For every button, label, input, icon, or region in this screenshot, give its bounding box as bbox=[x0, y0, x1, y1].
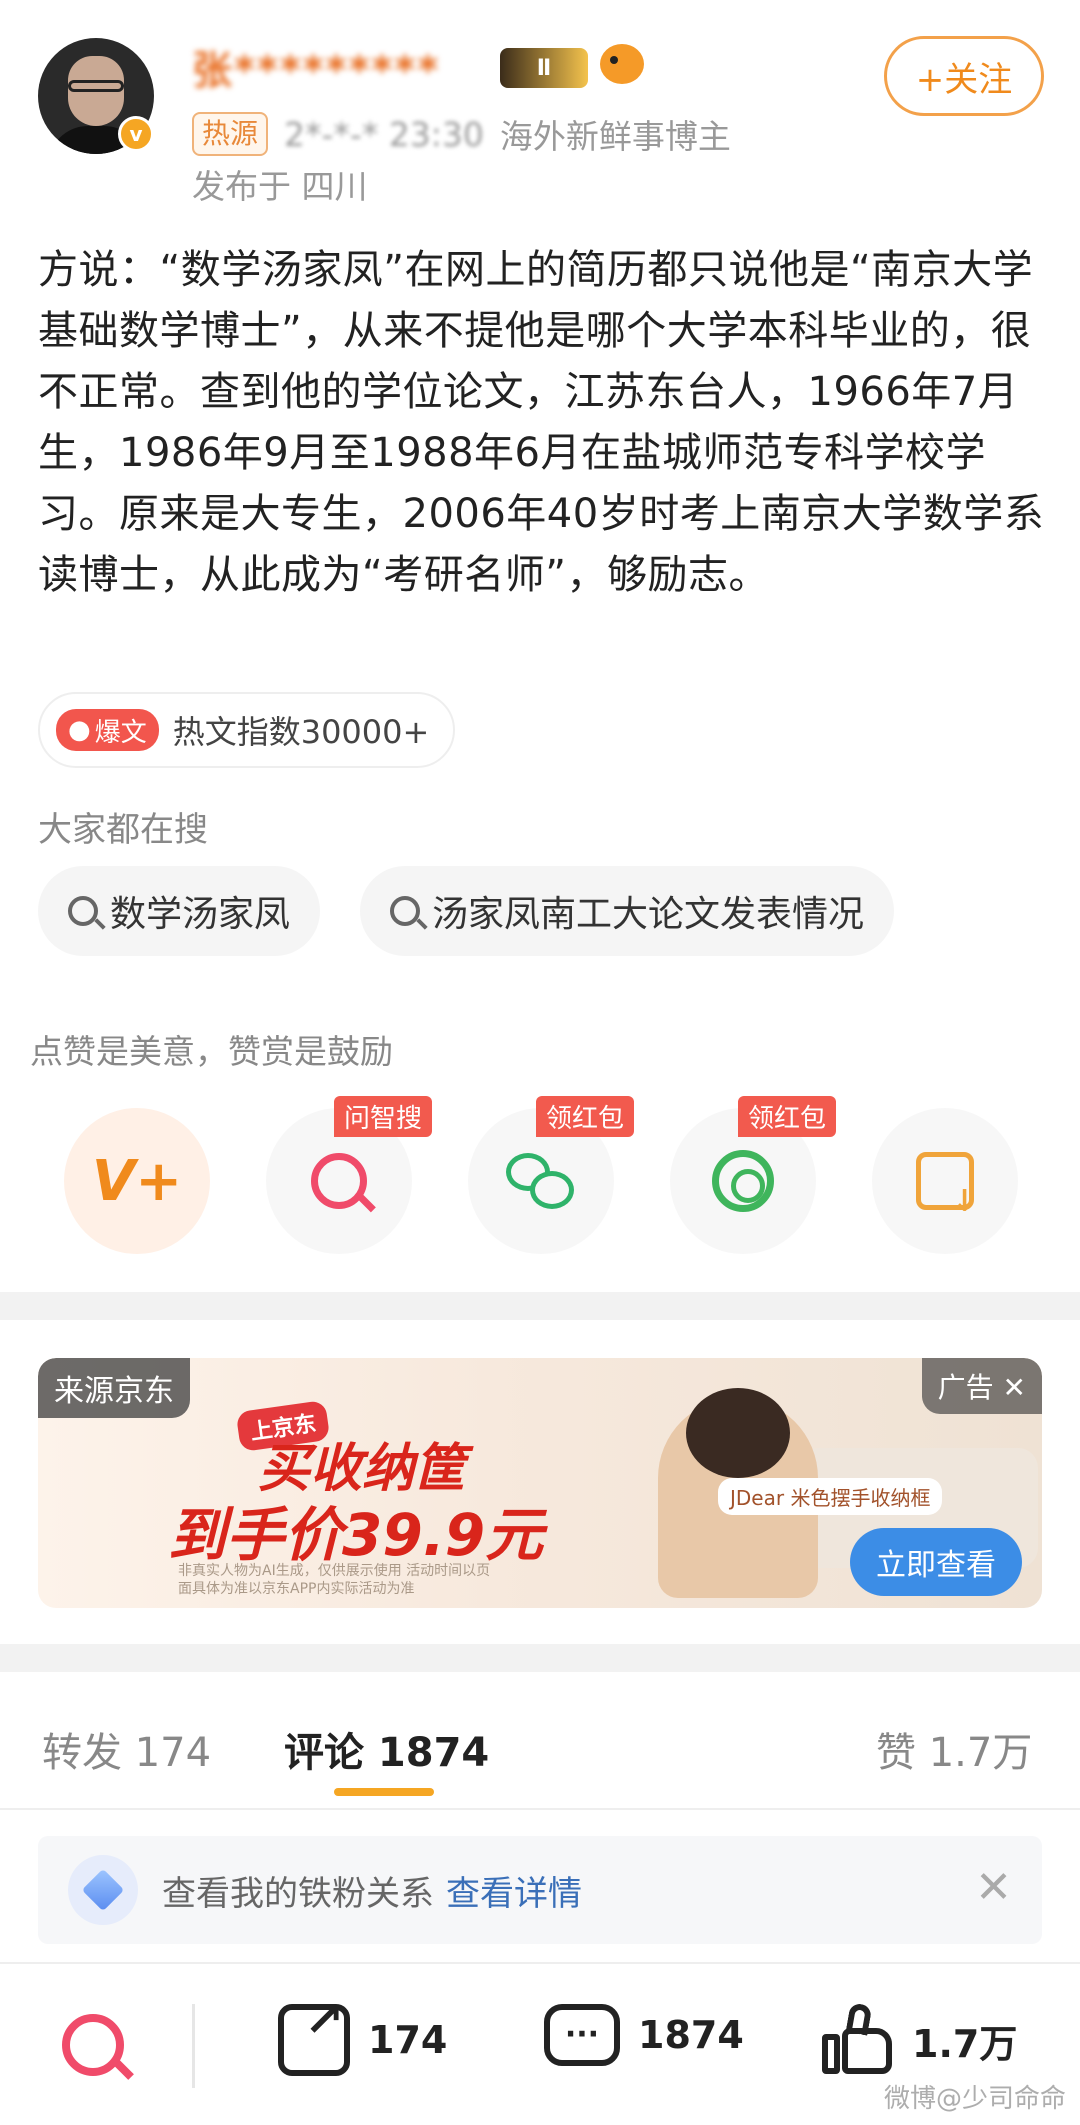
post-header: v 张********* Ⅱ +关注 热源 2*-*-* 23:30 海外新鲜事… bbox=[0, 0, 1080, 220]
search-icon bbox=[68, 896, 98, 926]
ribbon-label: 领红包 bbox=[536, 1096, 635, 1137]
post-location: 发布于 四川 bbox=[192, 167, 368, 206]
v-plus-icon: V+ bbox=[91, 1148, 183, 1214]
flame-icon: ● bbox=[68, 715, 91, 745]
watermark: 微博@少司命命 bbox=[883, 2084, 1066, 2114]
follow-button[interactable]: +关注 bbox=[884, 36, 1044, 116]
image-download-icon bbox=[916, 1152, 977, 1219]
moments-share-button[interactable]: 领红包 bbox=[670, 1096, 837, 1254]
ad-small-print: 非真实人物为AI生成，仅供展示使用 活动时间以页面具体为准以京东APP内实际活动… bbox=[178, 1563, 491, 1597]
user-title: 海外新鲜事博主 bbox=[499, 117, 731, 156]
boom-label: 爆文 bbox=[94, 717, 147, 748]
moments-icon bbox=[712, 1150, 774, 1212]
fan-relation-bar[interactable]: 查看我的铁粉关系 查看详情 ✕ bbox=[38, 1836, 1042, 1944]
wechat-icon bbox=[506, 1153, 576, 1209]
fan-relation-text: 查看我的铁粉关系 bbox=[162, 1873, 434, 1914]
close-icon[interactable]: ✕ bbox=[975, 1866, 1012, 1910]
hot-source-tag[interactable]: 热源 bbox=[192, 112, 269, 156]
ai-search-icon[interactable] bbox=[62, 2014, 124, 2076]
avatar-glasses bbox=[68, 80, 124, 92]
tab-comments[interactable]: 评论 1874 bbox=[284, 1720, 489, 1778]
repost-button[interactable]: 174 bbox=[278, 1992, 448, 2076]
ad-cta-button[interactable]: 立即查看 bbox=[850, 1528, 1022, 1596]
repost-count: 174 bbox=[368, 2018, 448, 2062]
comment-icon: ··· bbox=[544, 2004, 620, 2066]
post-meta: 热源 2*-*-* 23:30 海外新鲜事博主 bbox=[192, 110, 731, 158]
post-time: 2*-*-* 23:30 bbox=[284, 114, 484, 154]
username[interactable]: 张********* bbox=[192, 38, 440, 96]
ad-close-button[interactable]: 广告 ✕ bbox=[921, 1358, 1042, 1414]
comment-button[interactable]: ··· 1874 bbox=[544, 2004, 744, 2066]
section-divider bbox=[0, 1292, 1080, 1320]
ad-price: 到手价39.9元 bbox=[168, 1501, 544, 1569]
interaction-tabs: 转发 174 评论 1874 赞 1.7万 bbox=[0, 1700, 1080, 1810]
level-badge-icon[interactable]: Ⅱ bbox=[500, 48, 588, 88]
ad-product-tag: JDear 米色摆手收纳框 bbox=[718, 1478, 943, 1515]
save-image-button[interactable] bbox=[872, 1108, 1018, 1254]
comment-count: 1874 bbox=[638, 2013, 744, 2057]
ad-source: 来源京东 bbox=[38, 1358, 190, 1418]
fan-detail-link[interactable]: 查看详情 bbox=[446, 1866, 582, 1915]
verified-badge-icon: v bbox=[118, 116, 154, 152]
like-button[interactable]: 1.7万 bbox=[822, 2002, 1018, 2076]
search-chip-label: 数学汤家凤 bbox=[110, 894, 291, 935]
search-icon bbox=[390, 896, 420, 926]
search-chip[interactable]: 汤家凤南工大论文发表情况 bbox=[360, 866, 895, 956]
active-tab-indicator bbox=[334, 1788, 434, 1796]
ai-search-button[interactable]: 问智搜 bbox=[266, 1096, 433, 1254]
hot-index-text: 热文指数30000+ bbox=[172, 713, 430, 751]
boom-badge: ● 爆文 bbox=[56, 709, 159, 751]
diamond-icon bbox=[68, 1855, 138, 1925]
ribbon-label: 问智搜 bbox=[334, 1096, 433, 1137]
tab-repost[interactable]: 转发 174 bbox=[42, 1720, 211, 1778]
ribbon-label: 领红包 bbox=[738, 1096, 837, 1137]
reward-button[interactable]: V+ bbox=[64, 1108, 210, 1254]
separator bbox=[192, 2004, 195, 2088]
post-text: 方说：“数学汤家凤”在网上的简历都只说他是“南京大学基础数学博士”，从来不提他是… bbox=[38, 247, 1045, 598]
tab-likes[interactable]: 赞 1.7万 bbox=[876, 1720, 1032, 1778]
fish-badge-icon[interactable] bbox=[600, 44, 644, 84]
share-icon bbox=[278, 1992, 350, 2076]
ad-banner[interactable]: 来源京东 广告 ✕ 上京东 买收纳筐 到手价39.9元 非真实人物为AI生成，仅… bbox=[38, 1358, 1042, 1608]
wechat-share-button[interactable]: 领红包 bbox=[468, 1096, 635, 1254]
praise-text: 点赞是美意，赞赏是鼓励 bbox=[30, 1032, 393, 1071]
bottom-action-bar: 174 ··· 1874 1.7万 微博@少司命命 bbox=[0, 1962, 1080, 2125]
like-count: 1.7万 bbox=[912, 2021, 1018, 2066]
thumbs-up-icon bbox=[822, 2002, 894, 2076]
ai-search-icon bbox=[311, 1153, 367, 1209]
section-divider bbox=[0, 1644, 1080, 1672]
hot-index-pill[interactable]: ● 爆文 热文指数30000+ bbox=[38, 692, 456, 768]
search-chip[interactable]: 数学汤家凤 bbox=[38, 866, 321, 956]
search-chip-label: 汤家凤南工大论文发表情况 bbox=[432, 894, 865, 935]
search-section-title: 大家都在搜 bbox=[38, 810, 208, 850]
